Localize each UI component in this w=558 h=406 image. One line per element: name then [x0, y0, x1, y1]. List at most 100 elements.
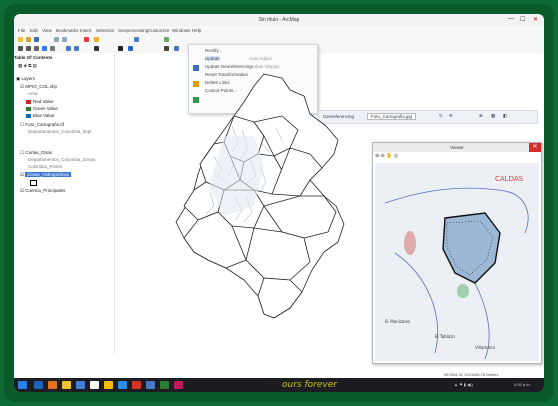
menu-windows[interactable]: Windows [172, 28, 190, 33]
window-title: Sin título - ArcMap [258, 17, 300, 23]
layer-1-label: MPIO_COL.shp [25, 84, 58, 89]
arcmap-icon[interactable] [76, 381, 85, 389]
menu-bookmarks[interactable]: Bookmarks [56, 28, 79, 33]
photo-label-manizales: B. Manizales [385, 319, 410, 324]
new-map-icon[interactable] [18, 37, 23, 42]
scanned-map-photo[interactable]: CALDAS B. Manizales El Tablazo Villamari… [375, 163, 539, 361]
menu-geoprocessing[interactable]: Geoprocessing [118, 28, 148, 33]
back-icon[interactable] [66, 46, 71, 51]
zoom-out-icon[interactable] [26, 46, 31, 51]
open-icon[interactable] [26, 37, 31, 42]
layer-2-sub: Departamentos_Colombia_dept [28, 129, 92, 134]
forward-icon[interactable] [74, 46, 79, 51]
identify-icon[interactable] [118, 46, 123, 51]
overlay-caption: ours forever [282, 380, 337, 390]
menu-file[interactable]: File [18, 28, 25, 33]
add-data-icon[interactable] [94, 37, 99, 42]
selected-layer-label: Zonas_Hidrograficas [25, 172, 71, 177]
toc-list-by-icons[interactable]: ▦ ◈ ⧉ ▤ [18, 63, 37, 69]
menu-view[interactable]: View [42, 28, 52, 33]
toc-title: Table Of Contents [14, 55, 53, 60]
toc-layers-root[interactable]: ▣ Layers [16, 76, 35, 82]
close-button[interactable]: ✕ [533, 16, 538, 23]
shift-icon[interactable]: ✣ [449, 113, 453, 119]
zoom-in-icon[interactable] [18, 46, 23, 51]
catalog-app-icon[interactable] [146, 381, 155, 389]
store-icon[interactable] [118, 381, 127, 389]
legend-green: Green Value [26, 106, 58, 111]
viewer-zoom-in-icon[interactable]: ⊕ [375, 153, 379, 159]
explorer-icon[interactable] [104, 381, 113, 389]
pan-icon[interactable] [34, 46, 39, 51]
photo-label-tablazo: El Tablazo [435, 334, 455, 339]
polygon-symbol[interactable] [30, 180, 37, 187]
editor-icon[interactable] [134, 37, 139, 42]
layer-1-sub: Area [28, 91, 38, 96]
layer-4-label: Cuenca_Principales [25, 188, 66, 193]
viewer-icon[interactable]: ◧ [503, 113, 507, 119]
colombia-map[interactable] [114, 56, 374, 356]
georef-layer-select[interactable]: Foto_Cartografia.jpg [367, 113, 417, 120]
legend-blue-label: Blue Value [33, 113, 55, 118]
viewer-toolbar: ⊕ ⊖ ✋ ◎ [375, 153, 398, 161]
layer-3-sub: Departamentos_Colombia_Zonas [28, 157, 96, 162]
viewer-close-button[interactable]: ✕ [529, 143, 541, 152]
start-icon[interactable] [18, 381, 27, 389]
minimize-button[interactable]: — [508, 16, 514, 22]
chrome-icon[interactable] [90, 381, 99, 389]
legend-red: Red Value [26, 99, 54, 104]
measure-icon[interactable] [164, 46, 169, 51]
clock[interactable]: 4:52 p.m. [514, 382, 531, 387]
legend-green-label: Green Value [33, 106, 58, 111]
menu-customize[interactable]: Customize [148, 28, 169, 33]
menu-bar: File Edit View Bookmarks Insert Selectio… [14, 26, 544, 35]
copy-icon[interactable] [62, 37, 67, 42]
photo-label-caldas: CALDAS [495, 175, 524, 183]
add-control-points-icon[interactable]: ⊕ [479, 113, 483, 119]
menu-item-rectify[interactable]: Rectify... [205, 48, 222, 53]
viewer-title: Viewer [373, 143, 541, 152]
folder-icon[interactable] [62, 381, 71, 389]
blue-swatch [26, 113, 31, 118]
maximize-button[interactable]: ☐ [520, 16, 525, 23]
view-link-table-icon[interactable]: ▦ [491, 113, 495, 119]
layer-2-label: Foto_Cartografia.tif [25, 122, 64, 127]
find-icon[interactable] [128, 46, 133, 51]
select-features-icon[interactable] [94, 46, 99, 51]
photo-label-villamaria: Villamaria [475, 345, 496, 350]
menu-insert[interactable]: Insert [80, 28, 91, 33]
toc-layer-3[interactable]: ☐ Cartas_Otras [20, 150, 52, 156]
layers-root-label: Layers [21, 76, 36, 81]
toc-layer-1[interactable]: ☑ MPIO_COL.shp [20, 84, 57, 90]
hyperlink-icon[interactable] [174, 46, 179, 51]
save-icon[interactable] [34, 37, 39, 42]
catalog-icon[interactable] [164, 37, 169, 42]
menu-selection[interactable]: Selection [96, 28, 115, 33]
rotate-icon[interactable]: ↻ [439, 113, 443, 119]
legend-blue: Blue Value [26, 113, 54, 118]
media-icon[interactable] [48, 381, 57, 389]
excel-icon[interactable] [160, 381, 169, 389]
delete-icon[interactable] [84, 37, 89, 42]
app-icon[interactable] [132, 381, 141, 389]
menu-edit[interactable]: Edit [30, 28, 38, 33]
status-coordinates: 987654.32 1023456.78 Meters [444, 372, 499, 377]
cut-icon[interactable] [54, 37, 59, 42]
screen: Sin título - ArcMap — ☐ ✕ File Edit View… [14, 14, 544, 392]
layer-3-label: Cartas_Otras [25, 150, 53, 155]
system-tray[interactable]: ▲ ⚑ ▮ ◀)) [454, 382, 473, 387]
viewer-zoom-out-icon[interactable]: ⊖ [381, 153, 385, 159]
menu-help[interactable]: Help [192, 28, 201, 33]
powerpoint-icon[interactable] [174, 381, 183, 389]
legend-red-label: Red Value [33, 99, 54, 104]
taskbar: ours forever ▲ ⚑ ▮ ◀)) 4:52 p.m. [14, 378, 544, 392]
viewer-full-extent-icon[interactable]: ◎ [394, 153, 398, 159]
toc-selected-layer[interactable]: ☑ Zonas_Hidrograficas [20, 172, 71, 178]
ie-icon[interactable] [34, 381, 43, 389]
layer-3-sub2: Colombia_Rivers [28, 164, 63, 169]
viewer-pan-icon[interactable]: ✋ [386, 153, 392, 159]
toc-layer-4[interactable]: ☑ Cuenca_Principales [20, 188, 65, 194]
full-extent-icon[interactable] [42, 46, 47, 51]
toc-layer-2[interactable]: ☐ Foto_Cartografia.tif [20, 122, 64, 128]
fixed-zoom-icon[interactable] [50, 46, 55, 51]
